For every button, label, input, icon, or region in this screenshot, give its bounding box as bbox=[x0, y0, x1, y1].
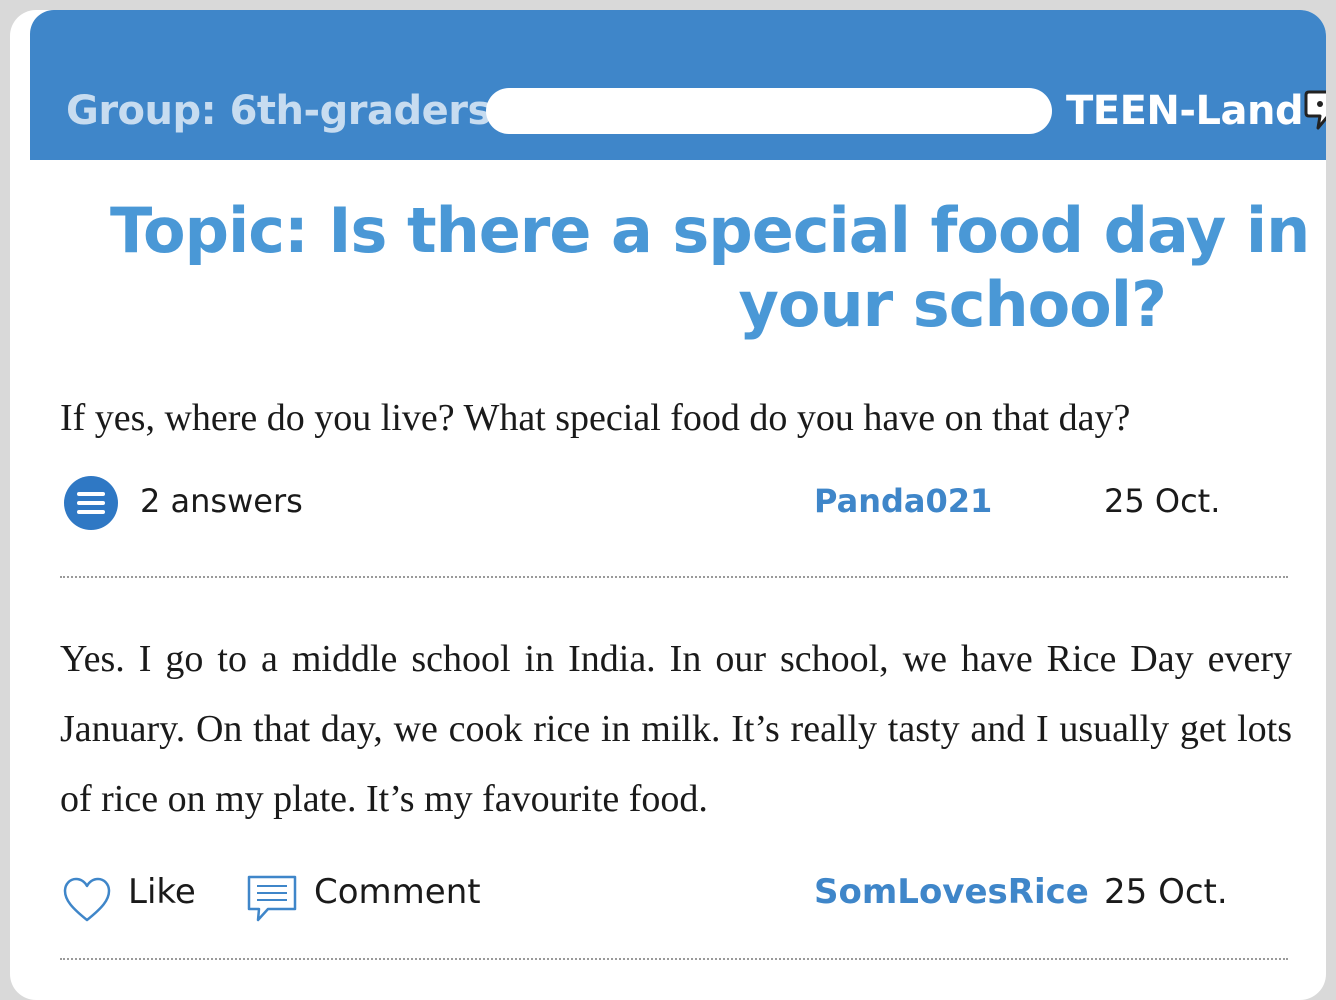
answers-count-link[interactable]: 2 answers bbox=[140, 482, 303, 520]
like-button[interactable]: Like bbox=[128, 872, 196, 912]
forum-card: Group: 6th-graders TEEN-Land Topic: Is t… bbox=[10, 10, 1326, 1000]
answer-text: Yes. I go to a middle school in India. I… bbox=[60, 638, 1292, 820]
search-input[interactable] bbox=[486, 88, 1052, 134]
top-bar: Group: 6th-graders TEEN-Land bbox=[30, 10, 1326, 160]
divider bbox=[60, 576, 1288, 578]
heart-icon[interactable] bbox=[62, 876, 112, 924]
topic-title-line-1: Topic: Is there a special food day in bbox=[110, 194, 1310, 267]
group-label: Group: 6th-graders bbox=[66, 88, 491, 134]
speech-bubble-icon bbox=[1304, 90, 1326, 130]
question-author-link[interactable]: Panda021 bbox=[814, 482, 992, 520]
comment-button[interactable]: Comment bbox=[314, 872, 481, 912]
question-date: 25 Oct. bbox=[1104, 482, 1221, 520]
list-icon[interactable] bbox=[64, 476, 118, 530]
topic-title-line-2: your school? bbox=[738, 268, 1167, 341]
answer-author-link[interactable]: SomLovesRice bbox=[814, 872, 1089, 912]
answer-date: 25 Oct. bbox=[1104, 872, 1228, 912]
comment-icon[interactable] bbox=[246, 874, 298, 924]
brand-logo-text: TEEN-Land bbox=[1066, 88, 1304, 134]
question-text: If yes, where do you live? What special … bbox=[60, 397, 1131, 439]
divider bbox=[60, 958, 1288, 960]
